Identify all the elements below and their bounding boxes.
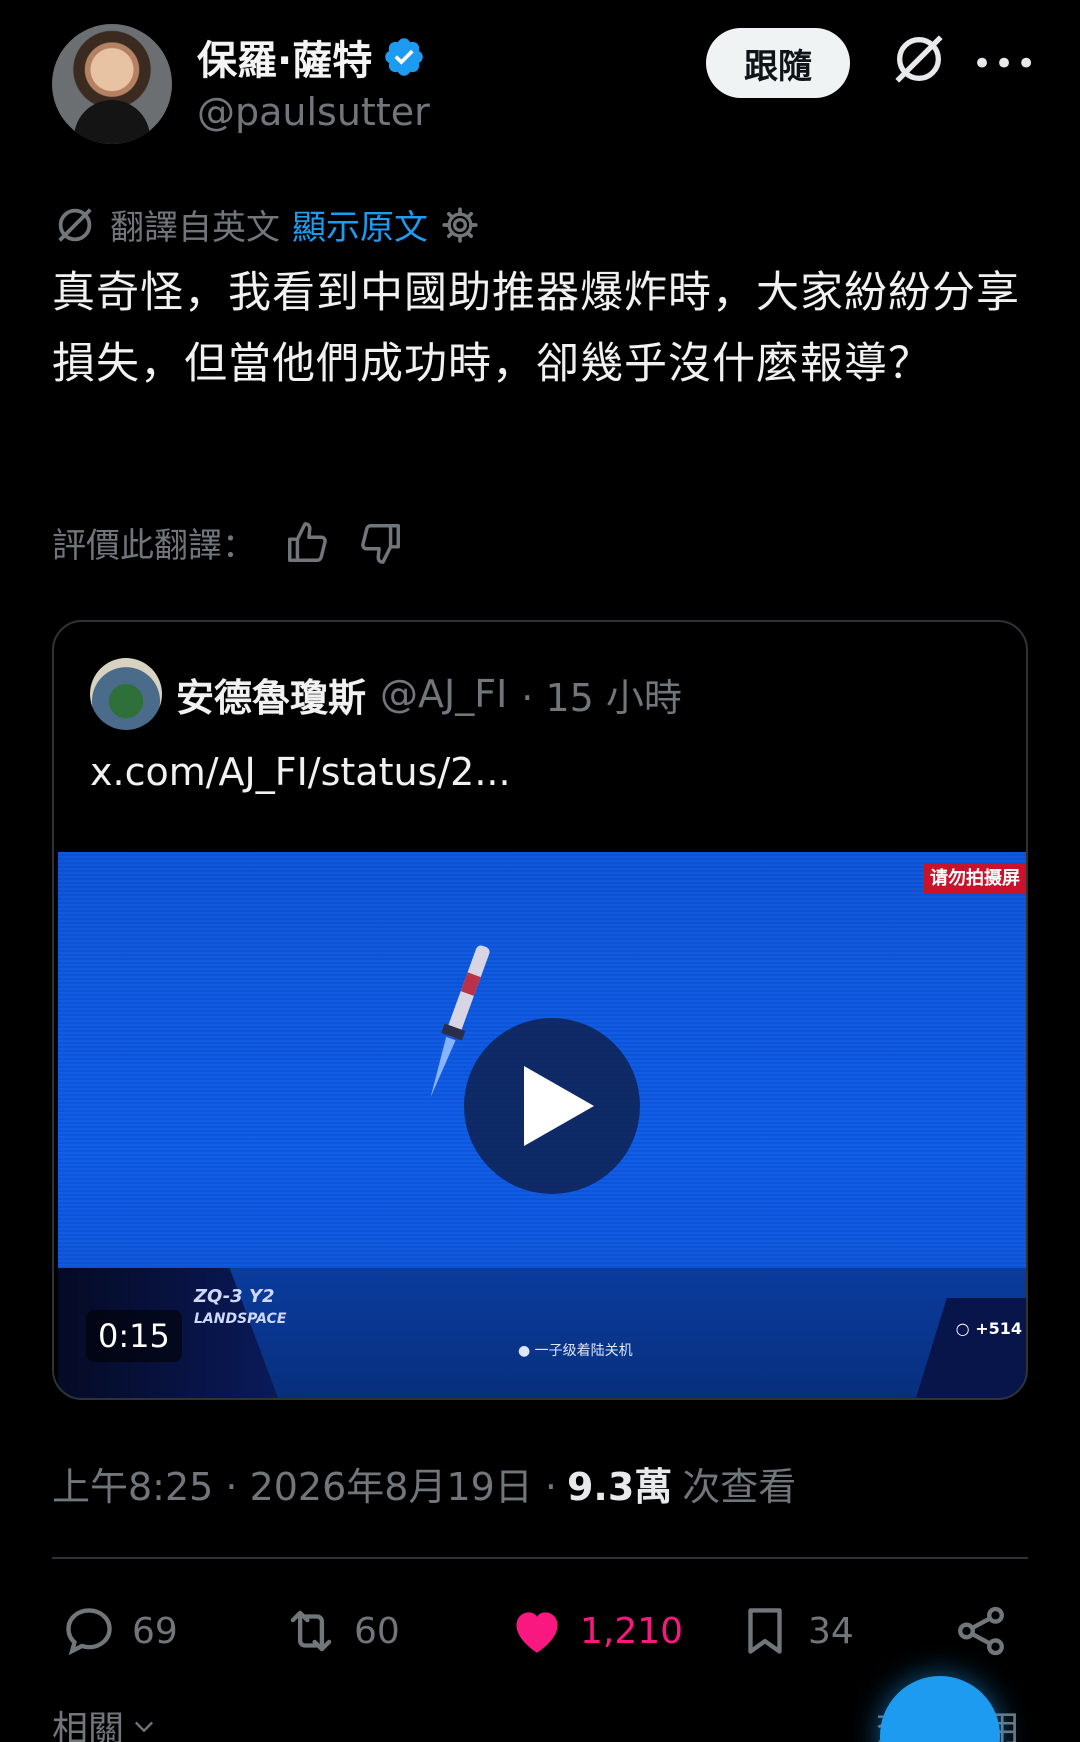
compose-fab-button[interactable] bbox=[880, 1676, 1000, 1742]
quoted-author-avatar bbox=[90, 658, 162, 730]
video-duration: 0:15 bbox=[86, 1310, 182, 1362]
post-header: 保羅·薩特 @paulsutter 跟隨 ••• bbox=[52, 24, 1052, 154]
share-button[interactable] bbox=[952, 1602, 1010, 1660]
more-icon[interactable]: ••• bbox=[972, 44, 1036, 84]
reply-count: 69 bbox=[132, 1610, 178, 1652]
heart-icon bbox=[516, 1612, 558, 1653]
share-icon bbox=[958, 1606, 1004, 1656]
video-player[interactable]: 请勿拍摄屏 ZQ-3 Y2 LANDSPACE ● 一子级着陆关机 ○ +514 bbox=[58, 852, 1026, 1398]
show-original-link[interactable]: 顯示原文 bbox=[292, 200, 428, 249]
related-toggle[interactable]: 相關 bbox=[52, 1700, 158, 1742]
quoted-tweet-card[interactable]: 安德魯瓊斯 @AJ_FI · 15 小時 x.com/AJ_FI/status/… bbox=[52, 620, 1028, 1400]
author-display-name[interactable]: 保羅·薩特 bbox=[197, 28, 372, 86]
post-meta-row: 上午8:25 · 2026年8月19日 · 9.3萬 次查看 bbox=[52, 1456, 796, 1511]
follow-button[interactable]: 跟隨 bbox=[706, 28, 850, 98]
author-name-row: 保羅·薩特 bbox=[197, 28, 426, 86]
video-overlay-timer: ○ +514 bbox=[955, 1319, 1022, 1338]
quoted-author-handle: @AJ_FI bbox=[380, 672, 508, 716]
post-timestamp[interactable]: 上午8:25 · 2026年8月19日 · bbox=[52, 1456, 557, 1511]
grok-translate-icon bbox=[58, 207, 92, 242]
bookmark-icon bbox=[748, 1608, 782, 1654]
translation-row: 翻譯自英文 顯示原文 bbox=[52, 200, 480, 249]
bookmark-button[interactable]: 34 bbox=[736, 1602, 854, 1660]
quoted-tweet-header: 安德魯瓊斯 @AJ_FI · 15 小時 bbox=[90, 658, 682, 730]
grok-icon[interactable] bbox=[890, 30, 948, 88]
chevron-down-icon bbox=[135, 1721, 154, 1733]
divider bbox=[52, 1557, 1028, 1559]
view-count-label: 次查看 bbox=[682, 1465, 797, 1509]
view-count: 9.3萬 bbox=[566, 1465, 673, 1509]
video-overlay-status: ● 一子级着陆关机 bbox=[518, 1343, 633, 1359]
repost-count: 60 bbox=[354, 1610, 400, 1652]
gear-icon[interactable] bbox=[440, 205, 480, 245]
quoted-author-name: 安德魯瓊斯 bbox=[176, 675, 367, 720]
thumbs-up-icon[interactable] bbox=[284, 520, 330, 566]
author-handle[interactable]: @paulsutter bbox=[197, 90, 430, 134]
reply-button[interactable]: 69 bbox=[60, 1602, 178, 1660]
post-detail-page: 保羅·薩特 @paulsutter 跟隨 ••• 翻譯自英文 顯示原文 真奇怪，… bbox=[0, 0, 1080, 1742]
thumbs-down-icon[interactable] bbox=[358, 520, 404, 566]
rate-translation-row: 評價此翻譯： bbox=[52, 518, 404, 567]
video-overlay-mission: ZQ-3 Y2 LANDSPACE bbox=[194, 1286, 287, 1327]
translation-label: 翻譯自英文 bbox=[110, 208, 280, 248]
repost-icon bbox=[290, 1610, 332, 1652]
action-bar: 69 60 1,210 34 bbox=[60, 1596, 1044, 1666]
reply-icon bbox=[66, 1608, 112, 1656]
quoted-post-time: · 15 小時 bbox=[521, 675, 682, 720]
author-avatar[interactable] bbox=[52, 24, 172, 144]
play-button[interactable] bbox=[464, 1018, 640, 1194]
tweet-text: 真奇怪，我看到中國助推器爆炸時，大家紛紛分享損失，但當他們成功時，卻幾乎沒什麼報… bbox=[52, 268, 1020, 389]
video-warning-badge: 请勿拍摄屏 bbox=[924, 864, 1026, 894]
bookmark-count: 34 bbox=[808, 1610, 854, 1652]
rate-translation-label: 評價此翻譯： bbox=[52, 526, 256, 566]
repost-button[interactable]: 60 bbox=[282, 1602, 400, 1660]
like-count: 1,210 bbox=[580, 1610, 684, 1652]
quoted-post-link[interactable]: x.com/AJ_FI/status/2... bbox=[90, 750, 511, 794]
like-button[interactable]: 1,210 bbox=[508, 1602, 683, 1660]
related-label: 相關 bbox=[52, 1709, 125, 1742]
verified-badge-icon bbox=[385, 38, 423, 76]
play-icon bbox=[524, 1066, 594, 1146]
